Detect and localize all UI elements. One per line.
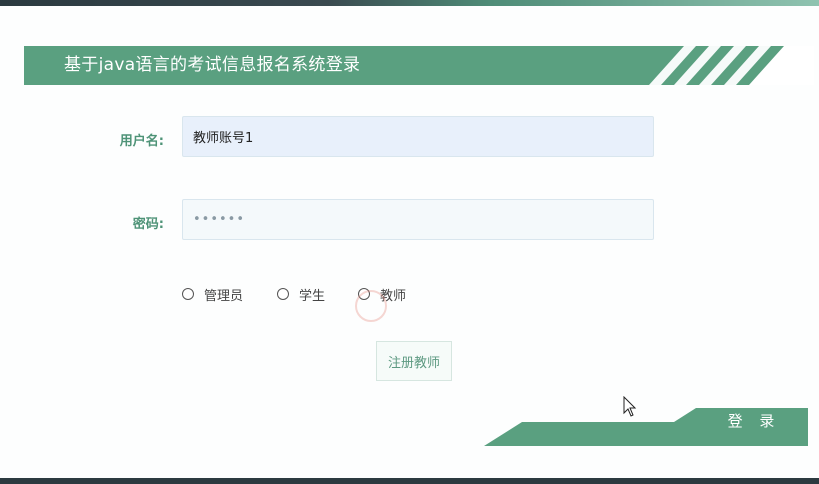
radio-admin[interactable] [182, 288, 194, 300]
role-option-admin[interactable]: 管理员 [182, 286, 244, 304]
username-input[interactable] [182, 116, 654, 157]
banner-stripes-decoration [649, 46, 814, 85]
login-panel: 基于java语言的考试信息报名系统登录 用户名: 密码: 管理员 学生 教师 注… [0, 6, 819, 478]
role-label-student: 学生 [299, 288, 326, 304]
username-label: 用户名: [119, 134, 164, 149]
role-option-student[interactable]: 学生 [277, 286, 326, 304]
password-input[interactable] [182, 199, 654, 240]
bottom-strip [0, 478, 819, 484]
title-banner: 基于java语言的考试信息报名系统登录 [24, 46, 814, 85]
radio-student[interactable] [277, 288, 289, 300]
password-label: 密码: [132, 217, 164, 232]
role-label-admin: 管理员 [204, 288, 244, 304]
click-ripple-effect [355, 290, 387, 322]
login-button[interactable]: 登 录 [700, 402, 808, 440]
register-teacher-button[interactable]: 注册教师 [376, 341, 452, 381]
page-title: 基于java语言的考试信息报名系统登录 [64, 55, 361, 75]
mouse-pointer-icon [623, 396, 637, 417]
